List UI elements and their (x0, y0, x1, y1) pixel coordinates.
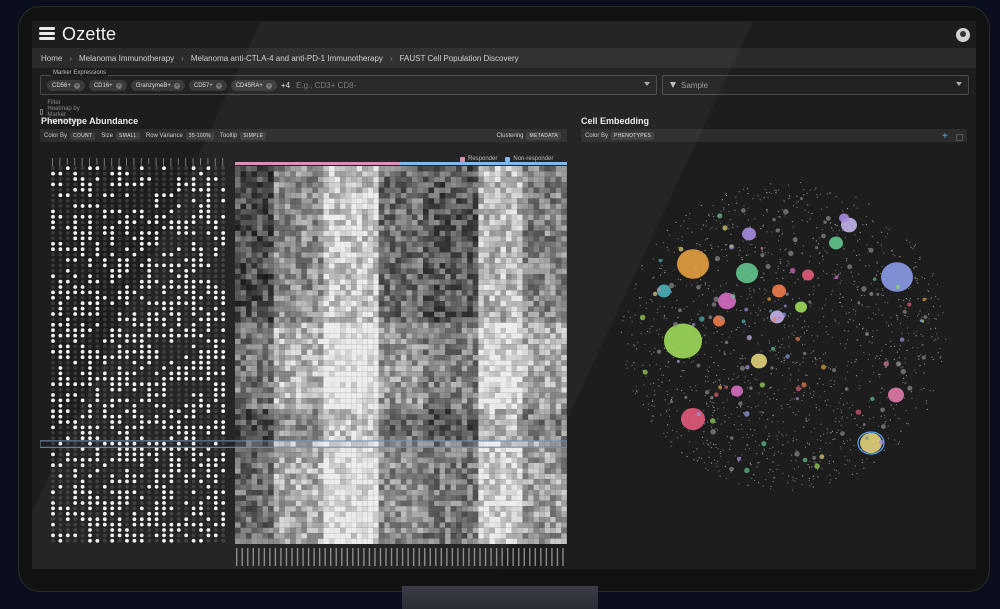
chip-remove-icon[interactable]: × (115, 82, 122, 89)
color-by-label: Color By (44, 132, 68, 139)
phenotype-toolbar: Color By COUNT Size SMALL Row Variance 3… (40, 129, 567, 142)
marker-chip[interactable]: CD45RA+ × (230, 80, 277, 91)
chevron-down-icon[interactable] (956, 82, 962, 86)
app-screen: Ozette Home › Melanoma Immunotherapy › M… (32, 21, 976, 569)
breadcrumb-analysis: FAUST Cell Population Discovery (399, 53, 519, 63)
top-bar: Ozette (32, 21, 976, 47)
breadcrumb-study[interactable]: Melanoma anti-CTLA-4 and anti-PD-1 Immun… (191, 54, 383, 63)
row-variance-label: Row Variance (145, 132, 183, 139)
chip-remove-icon[interactable]: × (173, 82, 180, 89)
marker-chip[interactable]: CD57+ × (188, 80, 227, 91)
marker-chip[interactable]: GranzymeB+ × (130, 80, 185, 91)
marker-chips: CD56+ × CD16+ × GranzymeB+ × CD57+ × CD45RA+… (47, 80, 356, 91)
size-select[interactable]: SMALL (115, 131, 140, 140)
embedding-canvas[interactable] (589, 141, 965, 561)
size-label: Size (101, 132, 113, 139)
breadcrumb-project[interactable]: Melanoma Immunotherapy (79, 54, 174, 63)
clustering-select[interactable]: METADATA (526, 131, 561, 140)
chevron-right-icon: › (181, 53, 184, 63)
ozette-logo-icon (39, 27, 55, 41)
expand-icon[interactable] (956, 134, 963, 141)
chevron-right-icon: › (389, 53, 393, 63)
chevron-right-icon: › (69, 53, 73, 63)
heatmap-canvas[interactable] (39, 158, 568, 568)
user-avatar-icon[interactable] (956, 28, 970, 42)
tooltip-select[interactable]: SIMPLE (240, 131, 267, 140)
monitor-stand (402, 586, 598, 609)
filter-icon (670, 82, 676, 88)
breadcrumb-home[interactable]: Home (41, 54, 62, 63)
sample-select[interactable]: Sample (662, 75, 969, 95)
chevron-down-icon[interactable] (644, 82, 650, 86)
clustering-label: Clustering (496, 132, 524, 139)
phenotype-panel-title: Phenotype Abundance (41, 116, 139, 126)
embedding-panel-title: Cell Embedding (581, 116, 650, 126)
row-variance-select[interactable]: 35-100% (185, 131, 214, 140)
filter-heatmap-checkbox[interactable] (40, 109, 44, 115)
embedding-color-by-select[interactable]: PHENOTYPES (611, 131, 655, 140)
color-by-select[interactable]: COUNT (70, 131, 96, 140)
chip-remove-icon[interactable]: × (215, 82, 222, 89)
marker-chip[interactable]: CD16+ × (88, 80, 127, 91)
chip-remove-icon[interactable]: × (73, 82, 80, 89)
app-title: Ozette (62, 24, 117, 44)
marker-chip[interactable]: CD56+ × (47, 80, 85, 91)
embedding-color-by-label: Color By (585, 132, 609, 139)
more-markers-count[interactable]: +4 (281, 81, 290, 90)
breadcrumb: Home › Melanoma Immunotherapy › Melanoma… (32, 48, 976, 68)
phenotype-heatmap[interactable] (39, 158, 568, 568)
cell-embedding-plot[interactable] (589, 141, 965, 561)
sample-placeholder: Sample (681, 81, 709, 90)
marker-search-placeholder[interactable]: E.g., CD3+ CD8- (296, 81, 356, 90)
tooltip-label: Tooltip (219, 132, 238, 139)
chip-remove-icon[interactable]: × (265, 82, 272, 89)
marker-expressions-select[interactable]: Marker Expressions CD56+ × CD16+ × Granzym… (40, 70, 657, 95)
marker-expressions-label: Marker Expressions (51, 70, 109, 76)
